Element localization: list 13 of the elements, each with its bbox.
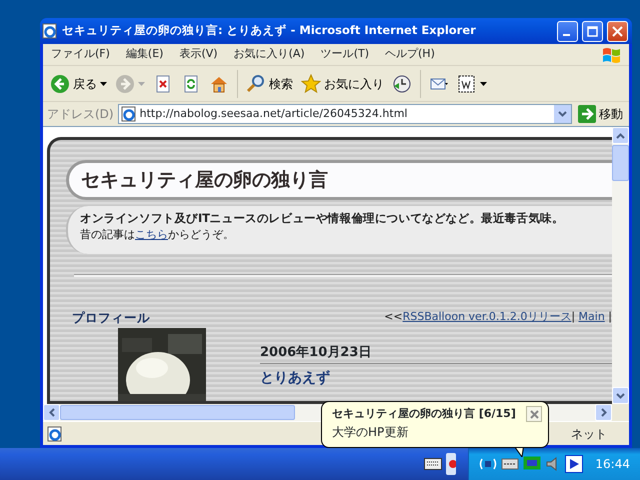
old-posts-text: 昔の記事はこちらからどうぞ。 <box>80 227 235 244</box>
profile-heading: プロフィール <box>72 308 151 327</box>
zone-label: ネット <box>571 426 607 442</box>
clock: 16:44 <box>595 456 630 473</box>
balloon-message: 大学のHP更新 <box>332 424 410 440</box>
article-title: とりあえず <box>260 368 331 388</box>
blog-title: セキュリティ屋の卵の独り言 <box>81 168 328 193</box>
balloon-title: セキュリティ屋の卵の独り言 [6/15] <box>332 406 517 422</box>
address-label: アドレス(D) <box>47 106 114 123</box>
window-title: セキュリティ屋の卵の独り言: とりあえず - Microsoft Internet Explorer <box>62 22 476 40</box>
post-navigation: <<RSSBalloon ver.0.1.2.0リリース| Main | <box>383 308 612 325</box>
post-date: 2006年10月23日 <box>260 343 612 364</box>
blog-description: オンラインソフト及びITニュースのレビューや情報倫理についてなどなど。最近毒舌気味。 <box>80 210 565 227</box>
